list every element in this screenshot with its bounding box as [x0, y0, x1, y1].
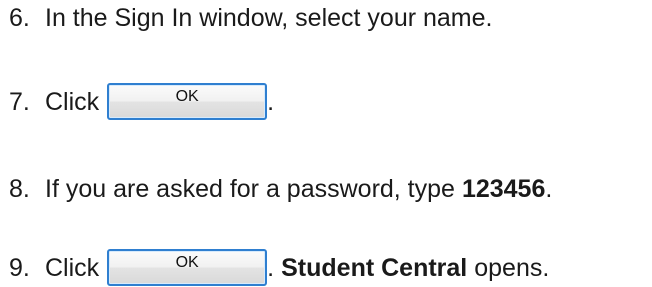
ok-button-label: OK [175, 254, 199, 271]
ok-button[interactable]: OK [107, 249, 268, 286]
step-number: 9. [9, 254, 30, 282]
step-8: 8. If you are asked for a password, type… [0, 174, 552, 204]
step-text: In the Sign In window, select your name. [45, 4, 493, 32]
step-text: Click [45, 88, 100, 116]
step-number: 8. [9, 175, 30, 203]
step-punctuation: . [267, 254, 275, 282]
step-punctuation: . [545, 175, 553, 203]
ok-button[interactable]: OK [107, 83, 268, 120]
step-7: 7. Click OK . [0, 83, 275, 120]
password-value: 123456 [461, 175, 546, 203]
step-text: If you are asked for a password, type [45, 175, 455, 203]
ok-button-label: OK [175, 88, 199, 105]
step-punctuation: . [267, 88, 275, 116]
step-9: 9. Click OK . Student Central opens. [0, 249, 550, 286]
app-name: Student Central [281, 254, 468, 282]
step-number: 6. [9, 4, 30, 32]
step-text-tail: opens. [474, 254, 550, 282]
step-text: Click [45, 254, 100, 282]
step-6: 6. In the Sign In window, select your na… [0, 3, 492, 33]
step-number: 7. [9, 88, 30, 116]
